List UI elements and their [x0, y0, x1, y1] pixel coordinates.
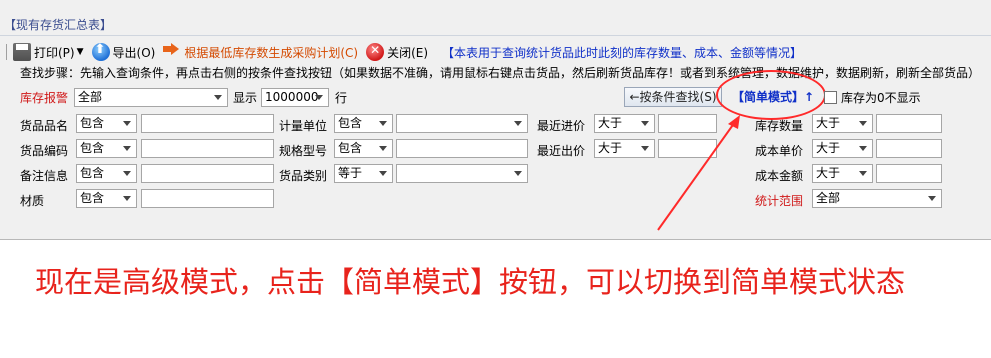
filter-op-select[interactable]: 大于 [594, 139, 655, 158]
stock-qty-input[interactable] [876, 114, 942, 133]
filter-label: 成本金额 [755, 169, 804, 183]
search-by-condition-button[interactable]: ←按条件查找(S) [624, 87, 722, 107]
filter-op-select[interactable]: 包含 [76, 189, 137, 208]
annotation-text: 现在是高级模式，点击【简单模式】按钮，可以切换到简单模式状态 [35, 265, 906, 299]
chevron-down-icon[interactable]: ▼ [77, 47, 84, 57]
filter-op-select[interactable]: 包含 [334, 139, 393, 158]
filter-label: 计量单位 [279, 119, 328, 133]
search-steps-text: 查找步骤：先输入查询条件，再点击右侧的按条件查找按钮（如果数据不准确，请用鼠标右… [20, 66, 981, 80]
stock-alert-label: 库存报警 [20, 90, 69, 105]
category-select[interactable] [396, 164, 528, 183]
filter-label: 货品类别 [279, 169, 328, 183]
filter-row-top: 库存报警 全部 显示 1000000 行 [20, 86, 347, 108]
printer-icon [13, 43, 31, 61]
export-icon [91, 42, 110, 61]
zero-stock-label: 库存为0不显示 [841, 91, 921, 105]
filter-label: 库存数量 [755, 119, 804, 133]
filter-label: 备注信息 [20, 169, 69, 183]
spec-input[interactable] [396, 139, 528, 158]
window-title: 【现有存货汇总表】 [4, 18, 113, 32]
report-window: 【现有存货汇总表】 打印(P) ▼ 导出(O) 根据最低库存数生成采购计划(C)… [0, 0, 991, 240]
product-code-input[interactable] [141, 139, 274, 158]
last-sale-price-input[interactable] [658, 139, 717, 158]
remark-input[interactable] [141, 164, 274, 183]
export-label: 导出(O) [112, 45, 156, 60]
print-label: 打印(P) [34, 45, 75, 60]
filter-op-select[interactable]: 大于 [812, 164, 873, 183]
show-label: 显示 [233, 90, 258, 105]
filter-op-select[interactable]: 等于 [334, 164, 393, 183]
filter-op-select[interactable]: 包含 [76, 164, 137, 183]
cost-amount-input[interactable] [876, 164, 942, 183]
rows-label: 行 [335, 90, 348, 105]
generate-label: 根据最低库存数生成采购计划(C) [184, 45, 359, 60]
filter-op-select[interactable]: 包含 [76, 139, 137, 158]
filter-op-select[interactable]: 大于 [812, 114, 873, 133]
toolbar-grip [6, 44, 7, 60]
filter-label: 规格型号 [279, 144, 328, 158]
last-purchase-price-input[interactable] [658, 114, 717, 133]
product-name-input[interactable] [141, 114, 274, 133]
material-input[interactable] [141, 189, 274, 208]
filter-op-select[interactable]: 大于 [812, 139, 873, 158]
highlight-circle [716, 70, 826, 120]
report-description: 【本表用于查询统计货品此时此刻的库存数量、成本、金额等情况】 [442, 45, 803, 60]
unit-select[interactable] [396, 114, 528, 133]
filter-label: 货品编码 [20, 144, 69, 158]
filter-label: 材质 [20, 194, 45, 208]
generate-purchase-plan-button[interactable]: 根据最低库存数生成采购计划(C) [163, 43, 358, 61]
title-divider [0, 35, 991, 36]
close-label: 关闭(E) [387, 45, 429, 60]
cost-price-input[interactable] [876, 139, 942, 158]
close-icon [366, 43, 385, 61]
close-button[interactable]: 关闭(E) [366, 43, 428, 61]
toolbar: 打印(P) ▼ 导出(O) 根据最低库存数生成采购计划(C) 关闭(E) 【本表… [6, 42, 802, 62]
export-button[interactable]: 导出(O) [91, 42, 156, 61]
filter-label: 成本单价 [755, 144, 804, 158]
stock-alert-select[interactable]: 全部 [74, 87, 229, 107]
arrow-right-icon [163, 43, 181, 61]
filter-op-select[interactable]: 包含 [334, 114, 393, 133]
zero-stock-option[interactable]: 库存为0不显示 [824, 89, 921, 106]
print-button[interactable]: 打印(P) ▼ [13, 43, 84, 61]
zero-stock-checkbox[interactable] [824, 91, 837, 104]
filter-op-select[interactable]: 大于 [594, 114, 655, 133]
range-label: 统计范围 [755, 194, 804, 208]
filter-label: 最近进价 [537, 119, 586, 133]
range-select[interactable]: 全部 [812, 189, 942, 208]
show-rows-select[interactable]: 1000000 [261, 87, 330, 107]
filter-op-select[interactable]: 包含 [76, 114, 137, 133]
filter-label: 货品品名 [20, 119, 69, 133]
filter-label: 最近出价 [537, 144, 586, 158]
